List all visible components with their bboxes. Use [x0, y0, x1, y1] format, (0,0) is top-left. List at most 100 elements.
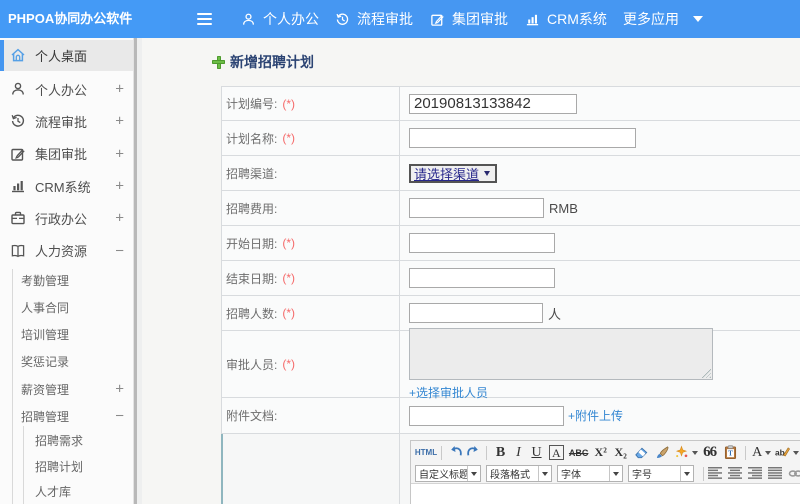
- required-marker: (*): [282, 357, 296, 371]
- form-label-cell: 招聘人数: (*): [221, 296, 400, 330]
- sidebar-subitem-reward-punish-record[interactable]: 奖惩记录: [0, 348, 133, 375]
- sidebar-subitem-hr-contract[interactable]: 人事合同: [0, 294, 133, 321]
- recruit-count-input[interactable]: [409, 303, 543, 323]
- attachment-input[interactable]: [409, 405, 564, 426]
- sidebar-item-label: 行政办公: [35, 211, 88, 227]
- form-input-cell: 人: [400, 296, 800, 330]
- sidebar-subitem-salary-mgmt[interactable]: 薪资管理 +: [0, 376, 133, 403]
- expand-toggle-icon[interactable]: +: [115, 178, 124, 195]
- svg-text:ab: ab: [775, 447, 785, 457]
- sidebar-item-label: 个人办公: [35, 82, 88, 98]
- form-label: 结束日期:: [226, 271, 278, 286]
- resize-handle-icon[interactable]: [702, 368, 711, 378]
- sidebar-item-personal-desktop[interactable]: 个人桌面: [0, 40, 133, 71]
- approver-textarea[interactable]: [409, 327, 713, 380]
- editor-align-center-button[interactable]: [728, 467, 742, 480]
- form-label: 招聘费用:: [226, 201, 278, 216]
- sidebar-subitem-recruit-demand[interactable]: 招聘需求: [0, 428, 133, 454]
- required-marker: (*): [282, 131, 296, 145]
- sidebar-item-group-approval[interactable]: 集团审批 +: [0, 138, 133, 170]
- expand-toggle-icon[interactable]: +: [115, 145, 124, 162]
- sidebar-subitem-attendance-mgmt[interactable]: 考勤管理: [0, 267, 133, 294]
- editor-font-family-combo[interactable]: 字体: [557, 465, 623, 482]
- combo-arrow[interactable]: [467, 466, 480, 481]
- editor-fontstyle-button[interactable]: A: [549, 445, 564, 460]
- expand-toggle-icon[interactable]: −: [115, 408, 124, 425]
- editor-custom-title-combo[interactable]: 自定义标题: [415, 465, 481, 482]
- combo-arrow[interactable]: [680, 466, 693, 481]
- editor-emoticons-button[interactable]: [673, 443, 700, 463]
- form-label: 附件文档:: [226, 409, 278, 423]
- expand-toggle-icon[interactable]: +: [115, 381, 124, 398]
- sidebar-item-admin-office[interactable]: 行政办公 +: [0, 202, 133, 234]
- editor-align-left-button[interactable]: [708, 467, 722, 480]
- editor-redo-button[interactable]: [464, 443, 482, 463]
- input-suffix: RMB: [549, 200, 578, 216]
- end-date-input[interactable]: [409, 268, 555, 288]
- expand-toggle-icon[interactable]: −: [115, 242, 124, 259]
- editor-align-right-button[interactable]: [748, 467, 762, 480]
- topnav-item-workflow-approval[interactable]: 流程审批: [335, 0, 413, 38]
- editor-button-label: U: [531, 444, 542, 460]
- sidebar-item-crm-system[interactable]: CRM系统 +: [0, 170, 133, 202]
- editor-underline-button[interactable]: U: [527, 443, 546, 463]
- editor-superscript-button[interactable]: X²: [591, 443, 611, 463]
- sidebar-subitem-recruit-plan[interactable]: 招聘计划: [0, 453, 133, 479]
- editor-formatbrush-button[interactable]: [652, 443, 673, 463]
- editor-content-area[interactable]: [411, 484, 800, 504]
- main-content: 新增招聘计划 计划编号: (*) 计划名称: (*) 招聘渠道: 请选择渠道招聘费用: RM…: [142, 38, 800, 504]
- editor-undo-button[interactable]: [446, 443, 464, 463]
- required-marker: (*): [282, 236, 296, 250]
- start-date-input[interactable]: [409, 233, 555, 253]
- required-marker: (*): [282, 271, 296, 285]
- editor-blockquote-button[interactable]: 66: [700, 443, 720, 463]
- editor-italic-button[interactable]: I: [510, 443, 527, 463]
- form-row-recruit-channel: 招聘渠道: 请选择渠道: [221, 156, 800, 191]
- editor-bold-button[interactable]: B: [491, 443, 510, 463]
- plan-number-input[interactable]: [409, 93, 577, 114]
- form-label-cell: 招聘渠道:: [221, 156, 400, 190]
- sidebar-item-human-resources[interactable]: 人力资源 −: [0, 234, 133, 266]
- attachment-link[interactable]: +附件上传: [568, 407, 623, 424]
- combo-arrow[interactable]: [609, 466, 622, 481]
- editor-fontcolor-button[interactable]: A: [750, 443, 774, 463]
- editor-strikethrough-button[interactable]: ABC: [567, 443, 591, 463]
- menu-toggle-icon[interactable]: [197, 13, 212, 25]
- topnav-item-crm-system[interactable]: CRM系统: [525, 0, 607, 38]
- sidebar-item-personal-office[interactable]: 个人办公 +: [0, 73, 133, 105]
- sidebar-item-workflow-approval[interactable]: 流程审批 +: [0, 105, 133, 137]
- combo-arrow[interactable]: [538, 466, 551, 481]
- briefcase-icon: [11, 212, 25, 225]
- form-row-plan-number: 计划编号: (*): [221, 87, 800, 121]
- form-label-cell: 审批人员: (*): [221, 331, 400, 397]
- form-label: 开始日期:: [226, 236, 278, 251]
- expand-toggle-icon[interactable]: +: [115, 210, 124, 227]
- topnav-item-group-approval[interactable]: 集团审批: [430, 0, 508, 38]
- editor-paragraph-format-combo[interactable]: 段落格式: [486, 465, 552, 482]
- expand-toggle-icon[interactable]: +: [115, 113, 124, 130]
- editor-highlight-button[interactable]: ab: [774, 443, 800, 463]
- select-caret-icon: [484, 170, 491, 176]
- caret-down-icon: [765, 450, 772, 455]
- recruit-channel-select[interactable]: 请选择渠道: [409, 163, 498, 183]
- editor-paste-button[interactable]: T: [720, 443, 741, 463]
- editor-link-button[interactable]: [788, 468, 800, 480]
- editor-justify-button[interactable]: [768, 467, 782, 480]
- editor-subscript-button[interactable]: X₂: [611, 443, 631, 463]
- editor-removeformat-button[interactable]: [631, 443, 652, 463]
- expand-toggle-icon[interactable]: +: [115, 81, 124, 98]
- topnav-item-personal-office[interactable]: 个人办公: [241, 0, 319, 38]
- sidebar-subitem-talent-pool[interactable]: 人才库: [0, 479, 133, 504]
- form-input-cell: 请选择渠道: [400, 156, 800, 190]
- recruit-cost-input[interactable]: [409, 198, 544, 218]
- topnav-item-more-apps[interactable]: 更多应用: [623, 0, 703, 38]
- caret-down-icon: [613, 471, 619, 476]
- editor-font-size-combo[interactable]: 字号: [628, 465, 694, 482]
- align-center-icon: [728, 467, 742, 479]
- sidebar-subitem-recruit-mgmt[interactable]: 招聘管理 −: [0, 403, 133, 430]
- sidebar-subitem-training-mgmt[interactable]: 培训管理: [0, 321, 133, 348]
- sidebar-scrollbar-thumb[interactable]: [134, 38, 137, 504]
- plan-name-input[interactable]: [409, 128, 636, 148]
- editor-source-button[interactable]: HTML: [415, 443, 437, 463]
- sidebar-scrollbar[interactable]: [134, 38, 142, 504]
